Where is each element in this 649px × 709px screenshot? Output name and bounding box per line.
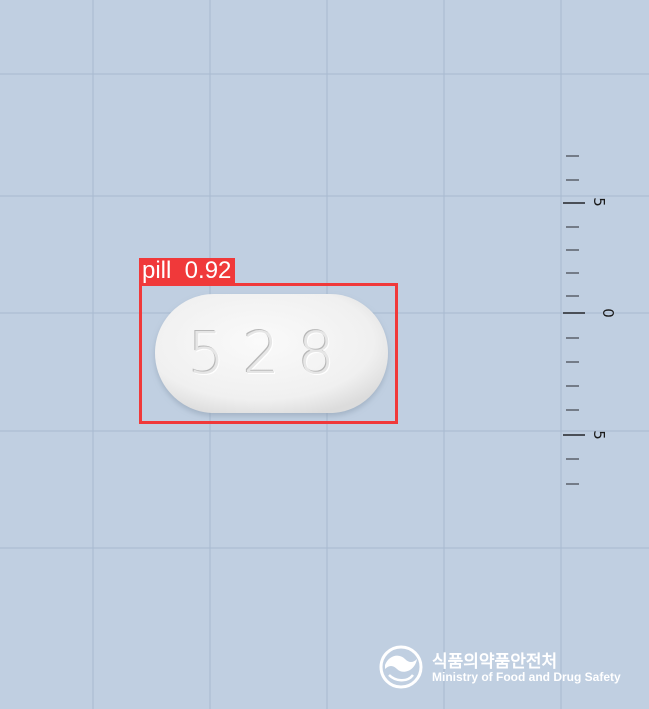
watermark-korean: 식품의약품안전처: [432, 652, 558, 672]
detection-label: pill 0.92: [139, 258, 236, 284]
watermark-english: Ministry of Food and Drug Safety: [432, 670, 621, 684]
mfds-emblem-icon: [379, 645, 423, 689]
mfds-watermark: 식품의약품안전처 Ministry of Food and Drug Safet…: [379, 645, 629, 691]
detection-bounding-box: [139, 283, 398, 424]
